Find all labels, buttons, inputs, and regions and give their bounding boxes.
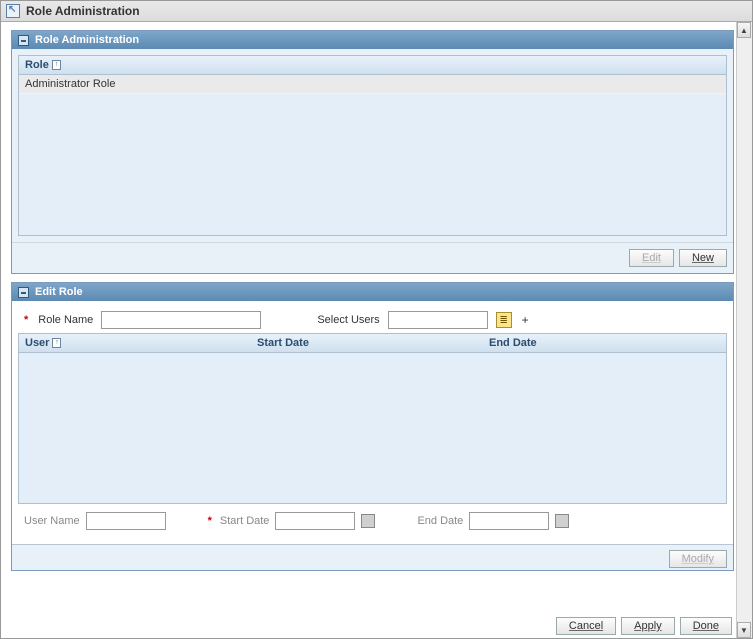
apply-button[interactable]: Apply xyxy=(621,617,675,635)
startdate-label: Start Date xyxy=(220,515,270,527)
role-grid-body: Administrator Role xyxy=(19,75,726,235)
edit-role-panel: Edit Role * Role Name Select Users ≣ + xyxy=(11,282,734,571)
role-name-label: Role Name xyxy=(38,314,93,326)
role-admin-panel-header: Role Administration xyxy=(12,31,733,49)
vertical-scrollbar[interactable]: ▲ ▼ xyxy=(736,22,752,638)
user-grid-body xyxy=(19,353,726,503)
select-users-label: Select Users xyxy=(317,314,379,326)
sort-icon[interactable]: ↑ xyxy=(52,60,61,70)
user-picker-icon[interactable]: ≣ xyxy=(496,312,512,328)
window-icon xyxy=(6,4,20,18)
startdate-column-label: Start Date xyxy=(257,337,309,349)
collapse-icon[interactable] xyxy=(18,287,29,298)
role-admin-panel-body: Role ↑ Administrator Role xyxy=(12,49,733,242)
user-name-label: User Name xyxy=(24,515,80,527)
select-users-input[interactable] xyxy=(388,311,488,329)
new-button[interactable]: New xyxy=(679,249,727,267)
user-column-label: User xyxy=(25,337,49,349)
calendar-icon[interactable] xyxy=(555,514,569,528)
startdate-column-header[interactable]: Start Date xyxy=(251,334,483,352)
global-button-bar: Cancel Apply Done xyxy=(556,617,732,635)
app-window: Role Administration Role Administration … xyxy=(0,0,753,639)
user-grid: User ↑ Start Date End Date xyxy=(18,333,727,504)
enddate-label: End Date xyxy=(417,515,463,527)
edit-button[interactable]: Edit xyxy=(629,249,674,267)
content-area: Role Administration Role ↑ Administrator… xyxy=(1,22,752,638)
window-title: Role Administration xyxy=(26,4,140,18)
window-titlebar: Role Administration xyxy=(1,1,752,22)
role-panel-footer: Edit New xyxy=(12,242,733,273)
edit-role-panel-header: Edit Role xyxy=(12,283,733,301)
role-grid-header: Role ↑ xyxy=(19,56,726,75)
user-name-input[interactable] xyxy=(86,512,166,530)
role-column-label: Role xyxy=(25,59,49,71)
modify-button[interactable]: Modify xyxy=(669,550,727,568)
role-grid: Role ↑ Administrator Role xyxy=(18,55,727,236)
edit-role-form-row: * Role Name Select Users ≣ + xyxy=(18,307,727,333)
user-edit-row: User Name * Start Date End Date xyxy=(18,504,727,538)
required-icon: * xyxy=(208,515,212,527)
start-date-input[interactable] xyxy=(275,512,355,530)
collapse-icon[interactable] xyxy=(18,35,29,46)
enddate-column-header[interactable]: End Date xyxy=(483,334,726,352)
calendar-icon[interactable] xyxy=(361,514,375,528)
user-grid-header: User ↑ Start Date End Date xyxy=(19,334,726,353)
done-button[interactable]: Done xyxy=(680,617,732,635)
role-column-header[interactable]: Role ↑ xyxy=(19,56,726,74)
plus-icon[interactable]: + xyxy=(522,313,529,327)
edit-role-panel-title: Edit Role xyxy=(35,286,83,298)
table-row[interactable]: Administrator Role xyxy=(19,75,726,94)
role-cell: Administrator Role xyxy=(25,78,115,90)
scroll-down-icon[interactable]: ▼ xyxy=(737,622,751,638)
scroll-up-icon[interactable]: ▲ xyxy=(737,22,751,38)
role-admin-panel-title: Role Administration xyxy=(35,34,139,46)
edit-role-panel-body: * Role Name Select Users ≣ + User ↑ xyxy=(12,301,733,544)
edit-panel-footer: Modify xyxy=(12,544,733,570)
sort-icon[interactable]: ↑ xyxy=(52,338,61,348)
end-date-input[interactable] xyxy=(469,512,549,530)
cancel-button[interactable]: Cancel xyxy=(556,617,616,635)
user-column-header[interactable]: User ↑ xyxy=(19,334,251,352)
enddate-column-label: End Date xyxy=(489,337,537,349)
role-name-input[interactable] xyxy=(101,311,261,329)
role-admin-panel: Role Administration Role ↑ Administrator… xyxy=(11,30,734,274)
required-icon: * xyxy=(24,314,28,326)
